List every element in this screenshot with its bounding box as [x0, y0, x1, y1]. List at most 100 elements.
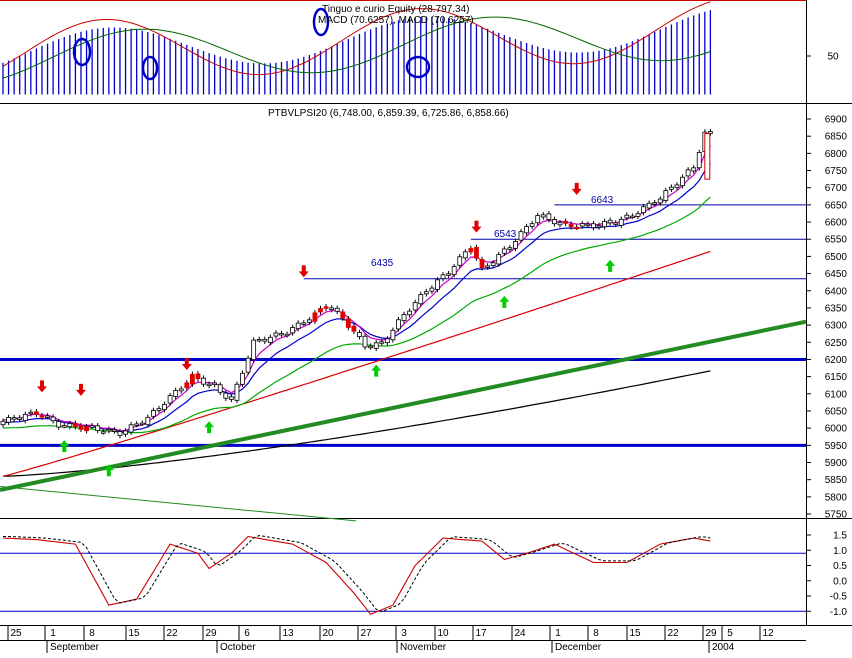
candle [474, 244, 479, 261]
candle-body [624, 214, 630, 219]
x-day-label: 29 [705, 628, 717, 639]
main-tick-label: 6450 [825, 269, 848, 280]
candle-body [306, 319, 312, 323]
candle-body [78, 425, 84, 430]
x-day-label: 10 [437, 628, 449, 639]
main-tick-label: 6500 [825, 252, 848, 263]
x-day-label: 22 [667, 628, 679, 639]
stoch-tick-label: 0.0 [833, 576, 847, 587]
candle-body [173, 390, 179, 397]
last-candle [704, 132, 711, 180]
candle-body [256, 339, 262, 342]
main-tick-label: 6700 [825, 183, 848, 194]
candle-body [663, 190, 669, 201]
candle-body [340, 311, 346, 319]
candle-body [563, 220, 568, 224]
candle-body [468, 248, 474, 253]
candle-body [212, 382, 218, 385]
candle-body [368, 345, 374, 349]
x-day-label: 8 [593, 628, 599, 639]
candle-body [685, 169, 691, 177]
stoch-tick-label: 0.5 [833, 561, 847, 572]
candle-body [585, 223, 591, 227]
stoch-tick-label: 1.5 [833, 531, 847, 542]
candle-body [106, 428, 112, 432]
candle-body [139, 422, 145, 426]
candle-body [45, 415, 50, 418]
candle-body [351, 325, 357, 332]
main-tick-label: 6000 [825, 424, 848, 435]
candle-body [95, 425, 101, 431]
x-month-label: 2004 [712, 642, 735, 653]
candle-body [652, 202, 658, 205]
candle-body [357, 332, 362, 338]
candle-body [240, 372, 245, 385]
main-tick-label: 5950 [825, 441, 848, 452]
main-tick-label: 5900 [825, 458, 848, 469]
candle-body [646, 202, 652, 209]
x-day-label: 24 [514, 628, 526, 639]
candle-body [162, 403, 167, 411]
x-day-label: 8 [89, 628, 95, 639]
x-day-label: 27 [360, 628, 372, 639]
candle-body [117, 431, 123, 436]
candle-body [262, 338, 268, 342]
main-tick-label: 6250 [825, 338, 848, 349]
candle-body [195, 373, 201, 380]
candle-body [39, 415, 45, 418]
candle-body [73, 422, 78, 428]
main-tick-label: 6300 [825, 321, 848, 332]
candle-body [524, 226, 529, 234]
candle [240, 370, 245, 388]
candle-body [50, 416, 56, 422]
candle-body [618, 218, 624, 226]
level-label-6643: 6643 [591, 195, 614, 206]
main-tick-label: 6350 [825, 303, 848, 314]
candle-body [607, 219, 613, 224]
candle-body [630, 215, 635, 219]
candle-body [89, 425, 95, 428]
candle-body [0, 420, 6, 426]
candle-body [696, 152, 702, 169]
candle-body [418, 294, 424, 305]
candle-body [479, 259, 485, 269]
main-tick-label: 6150 [825, 372, 848, 383]
x-day-label: 29 [205, 628, 217, 639]
stoch-tick-label: -0.5 [830, 592, 848, 603]
x-day-label: 3 [401, 628, 407, 639]
candle-body [184, 382, 190, 389]
candle-body [407, 310, 413, 316]
candle-body [217, 384, 223, 393]
candle-body [17, 417, 23, 420]
x-month-label: October [220, 642, 256, 653]
x-month-label: November [400, 642, 447, 653]
main-tick-label: 6100 [825, 389, 848, 400]
candle-body [112, 429, 117, 432]
candle-body [201, 377, 206, 385]
candle-body [451, 266, 457, 275]
candle-body [156, 408, 162, 411]
main-tick-label: 6550 [825, 235, 848, 246]
main-tick-label: 6600 [825, 218, 848, 229]
candle-body [440, 274, 446, 280]
candle-body [379, 341, 385, 344]
candle-body [67, 423, 73, 428]
candle-body [11, 417, 17, 420]
candle-body [273, 332, 279, 337]
candle-body [279, 333, 284, 336]
main-tick-label: 6850 [825, 132, 848, 143]
candle-body [123, 430, 128, 435]
candle-body [84, 426, 89, 432]
candle-body [429, 287, 435, 292]
candle-body [462, 251, 468, 259]
candle-body [574, 226, 580, 230]
candle-body [401, 314, 407, 322]
macd-tick-label: 50 [827, 52, 839, 63]
candle-body [396, 319, 401, 330]
candle-body [318, 308, 323, 313]
macd-label-2: MACD (70.6257), MACD (70.6257) [318, 15, 474, 26]
x-day-label: 1 [555, 628, 561, 639]
candle-body [390, 329, 396, 341]
candle-body [234, 383, 240, 401]
candle [245, 355, 251, 375]
